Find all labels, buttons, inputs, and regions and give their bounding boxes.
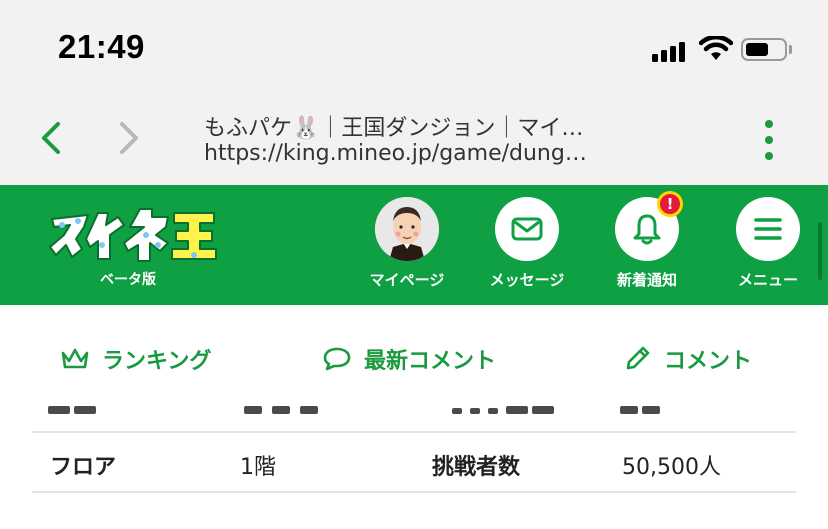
table-cell-label-floor: フロア — [50, 455, 117, 480]
tab-comment[interactable]: コメント — [622, 343, 752, 375]
table-cell-value-challengers: 50,500人 — [622, 455, 721, 480]
table-divider — [32, 491, 796, 493]
battery-tip — [789, 45, 792, 54]
table-divider — [32, 431, 796, 433]
pencil-icon — [626, 346, 650, 370]
header-messages-label: メッセージ — [489, 271, 565, 289]
table-row-cut-off — [0, 400, 828, 418]
more-options-icon[interactable] — [760, 120, 780, 160]
tab-latest-comments-label: 最新コメント — [364, 349, 497, 374]
envelope-icon — [511, 217, 543, 241]
sub-navigation: ランキング 最新コメント コメント — [0, 305, 828, 400]
tab-ranking[interactable]: ランキング — [60, 343, 211, 375]
site-header: ベータ版 マイページ メッセージ ! 新着通知 メニュー — [0, 185, 828, 305]
tab-comment-label: コメント — [664, 349, 753, 374]
beta-label: ベータ版 — [100, 272, 156, 288]
header-menu-circle — [736, 197, 800, 261]
table-cell-label-challengers: 挑戦者数 — [432, 455, 521, 480]
status-bar: 21:49 — [0, 0, 828, 92]
hamburger-icon — [754, 218, 782, 240]
battery-icon — [741, 38, 787, 61]
status-time: 21:49 — [58, 28, 145, 65]
back-arrow-icon[interactable] — [36, 120, 66, 156]
header-mypage[interactable]: マイページ — [352, 197, 462, 290]
header-mypage-label: マイページ — [369, 271, 445, 289]
crown-icon — [61, 348, 89, 369]
cellular-signal-icon — [652, 40, 690, 62]
page-url[interactable]: https://king.mineo.jp/game/dung… — [204, 141, 587, 166]
header-messages-circle — [495, 197, 559, 261]
header-notifications-label: 新着通知 — [616, 271, 677, 289]
mineo-king-logo[interactable] — [48, 205, 220, 267]
scrollbar[interactable] — [818, 222, 822, 280]
forward-arrow-icon[interactable] — [114, 120, 144, 156]
tab-ranking-label: ランキング — [102, 349, 212, 374]
tab-latest-comments[interactable]: 最新コメント — [322, 343, 496, 375]
browser-toolbar: もふパケ🐰｜王国ダンジョン｜マイ… https://king.mineo.jp/… — [0, 92, 828, 185]
header-notifications-circle: ! — [615, 191, 683, 261]
header-menu-label: メニュー — [737, 271, 798, 289]
bell-icon — [633, 214, 661, 245]
page-title[interactable]: もふパケ🐰｜王国ダンジョン｜マイ… — [204, 110, 583, 142]
table-cell-value-floor: 1階 — [240, 455, 276, 480]
speech-bubble-icon — [323, 347, 351, 371]
avatar — [375, 197, 439, 261]
header-menu[interactable]: メニュー — [713, 197, 823, 290]
wifi-icon — [699, 36, 733, 60]
header-notifications[interactable]: ! 新着通知 — [592, 191, 702, 290]
notification-badge: ! — [657, 191, 683, 217]
header-messages[interactable]: メッセージ — [472, 197, 582, 290]
